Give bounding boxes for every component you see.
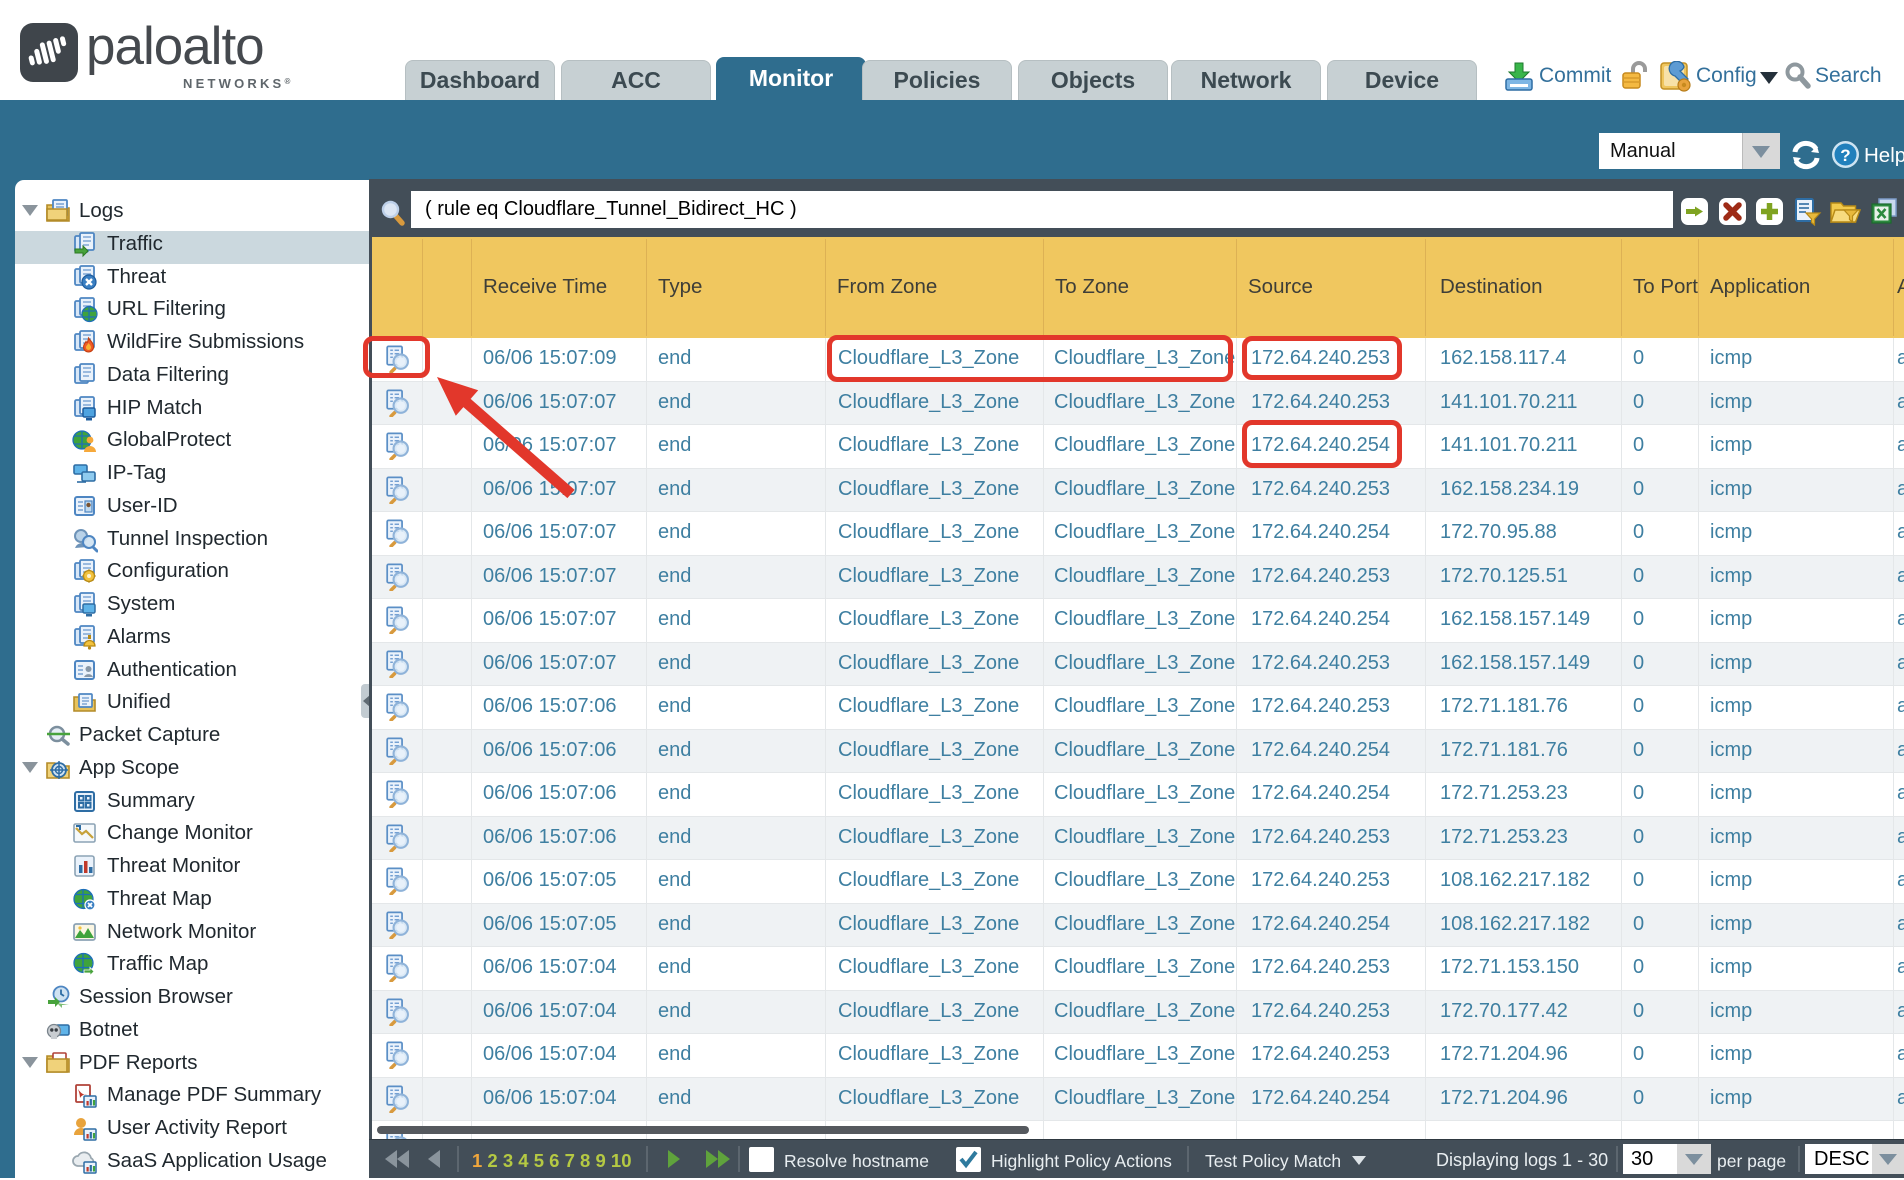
svg-text:?: ? [1840, 146, 1850, 165]
